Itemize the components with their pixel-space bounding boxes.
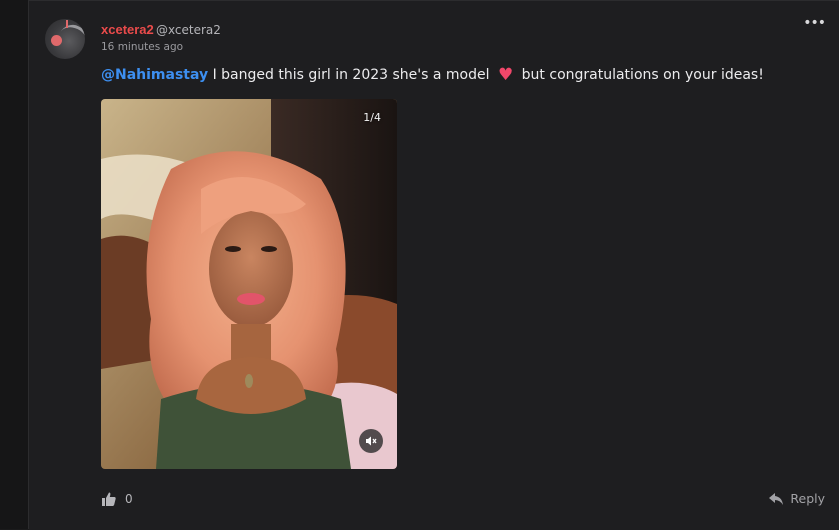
thumbs-up-icon: [102, 492, 116, 506]
mention-link[interactable]: @Nahimastay: [101, 67, 208, 83]
heart-icon: ♥: [497, 65, 514, 85]
comment-text-part-2: but congratulations on your ideas!: [521, 67, 764, 83]
reply-button[interactable]: Reply: [768, 491, 825, 506]
media-carousel[interactable]: 1/4: [101, 99, 397, 469]
avatar[interactable]: [45, 19, 85, 59]
comment-post: xcetera2 @xcetera2 16 minutes ago ••• @N…: [29, 0, 839, 530]
username[interactable]: xcetera2: [101, 22, 154, 37]
like-count: 0: [125, 492, 133, 506]
avatar-tick: [66, 20, 68, 28]
comment-text-part-1: I banged this girl in 2023 she's a model: [212, 67, 490, 83]
avatar-dot: [51, 35, 62, 46]
speaker-muted-icon[interactable]: [359, 429, 383, 453]
reply-icon: [769, 492, 784, 505]
more-horizontal-icon[interactable]: •••: [803, 15, 826, 31]
photo: [101, 99, 397, 469]
like-button[interactable]: 0: [101, 491, 133, 507]
left-rail: [0, 0, 29, 529]
comment-text: @Nahimastay I banged this girl in 2023 s…: [101, 65, 764, 85]
reply-label: Reply: [790, 491, 825, 506]
user-handle[interactable]: @xcetera2: [156, 23, 221, 37]
media-counter: 1/4: [363, 111, 381, 124]
timestamp: 16 minutes ago: [101, 41, 184, 53]
